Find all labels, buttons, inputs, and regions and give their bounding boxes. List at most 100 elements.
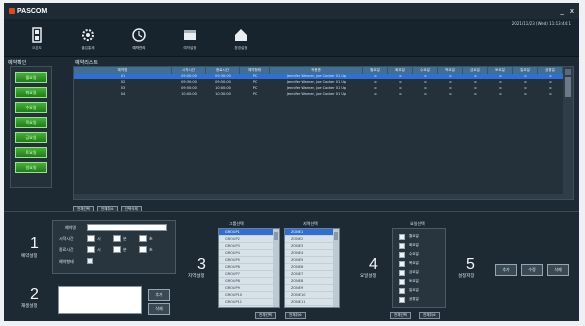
day-option[interactable]: 공휴일: [399, 295, 439, 304]
playback-textarea[interactable]: [58, 286, 142, 314]
day-checkbox[interactable]: [399, 233, 405, 240]
day-checkbox[interactable]: [399, 269, 405, 276]
col-header[interactable]: 토요일: [488, 67, 513, 74]
start-minute-input[interactable]: [113, 235, 121, 242]
toolbar-reservation-button[interactable]: 예약관리: [124, 26, 154, 51]
list-item[interactable]: ZONE3: [285, 243, 339, 250]
table-row[interactable]: 03 09:50:00 10:00:00 PC Jennifer Warner, Joe…: [74, 86, 563, 91]
day-button-mon[interactable]: 월요일: [15, 72, 47, 83]
scroll-up-icon[interactable]: [565, 69, 571, 75]
zone-list-scrollbar[interactable]: [333, 229, 339, 307]
day-button-tue[interactable]: 화요일: [15, 87, 47, 98]
day-select-all-button[interactable]: 전체선택: [390, 312, 411, 319]
list-item[interactable]: GROUP9: [219, 285, 279, 292]
table-row[interactable]: 04 10:00:00 10:30:00 PC Jennifer Warner, Joe…: [74, 92, 563, 97]
list-item[interactable]: GROUP3: [219, 243, 279, 250]
list-item[interactable]: ZONE8: [285, 278, 339, 285]
toolbar-environment-button[interactable]: 환경설정: [226, 26, 256, 51]
table-header: 예약명 시작시간 종료시간 예약형태 적용층 월요일 화요일 수요일 목요일 금…: [74, 67, 563, 74]
group-list-scrollbar[interactable]: [273, 229, 279, 307]
list-item[interactable]: GROUP1: [219, 229, 279, 236]
col-header[interactable]: 화요일: [388, 67, 413, 74]
day-button-thu[interactable]: 목요일: [15, 117, 47, 128]
table-cell: o: [374, 80, 377, 84]
playback-add-button[interactable]: 추가: [148, 289, 170, 301]
scroll-thumb[interactable]: [334, 232, 338, 240]
list-item[interactable]: GROUP5: [219, 257, 279, 264]
start-second-input[interactable]: [139, 235, 147, 242]
list-item[interactable]: GROUP10: [219, 292, 279, 299]
region-deselect-all-button[interactable]: 전체취소: [285, 312, 306, 319]
col-header[interactable]: 목요일: [438, 67, 463, 74]
day-button-sat[interactable]: 토요일: [15, 147, 47, 158]
list-item[interactable]: ZONE10: [285, 292, 339, 299]
col-header[interactable]: 예약명: [74, 67, 172, 74]
list-item[interactable]: GROUP7: [219, 271, 279, 278]
save-add-button[interactable]: 추가: [495, 264, 517, 276]
table-row[interactable]: 02 09:30:00 09:50:00 PC Jennifer Warner, Joe…: [74, 80, 563, 85]
toolbar-open-door-button[interactable]: 오픈도: [22, 26, 52, 51]
day-checkbox[interactable]: [399, 242, 405, 249]
list-item[interactable]: ZONE1: [285, 229, 339, 236]
list-item[interactable]: GROUP6: [219, 264, 279, 271]
save-edit-button[interactable]: 수정: [521, 264, 543, 276]
reservation-name-input[interactable]: [87, 224, 167, 231]
list-item[interactable]: ZONE4: [285, 250, 339, 257]
start-time-label: 시작시간: [59, 236, 74, 241]
day-option[interactable]: 월요일: [399, 232, 439, 241]
list-item[interactable]: ZONE7: [285, 271, 339, 278]
day-option[interactable]: 수요일: [399, 250, 439, 259]
toolbar-access-control-button[interactable]: 출입통제: [73, 26, 103, 51]
day-option[interactable]: 토요일: [399, 277, 439, 286]
scroll-thumb[interactable]: [565, 77, 571, 97]
day-option[interactable]: 화요일: [399, 241, 439, 250]
day-button-fri[interactable]: 금요일: [15, 132, 47, 143]
day-checkbox[interactable]: [399, 278, 405, 285]
day-checkbox[interactable]: [399, 251, 405, 258]
list-item[interactable]: ZONE9: [285, 285, 339, 292]
start-hour-input[interactable]: [87, 235, 95, 242]
toolbar-reservation-settings-button[interactable]: 예약설정: [175, 26, 205, 51]
day-checkbox[interactable]: [399, 260, 405, 267]
list-item[interactable]: GROUP11: [219, 299, 279, 306]
day-deselect-all-button[interactable]: 전체취소: [419, 312, 440, 319]
table-cell: 10:30:00: [215, 92, 231, 96]
day-checkbox[interactable]: [399, 296, 405, 303]
list-item[interactable]: ZONE11: [285, 299, 339, 306]
col-header[interactable]: 공휴일: [538, 67, 563, 74]
close-button[interactable]: x: [570, 7, 574, 15]
col-header[interactable]: 종료시간: [206, 67, 240, 74]
col-header[interactable]: 금요일: [463, 67, 488, 74]
list-item[interactable]: ZONE2: [285, 236, 339, 243]
col-header[interactable]: 일요일: [513, 67, 538, 74]
type-checkbox[interactable]: [87, 258, 93, 264]
day-button-wed[interactable]: 수요일: [15, 102, 47, 113]
col-header[interactable]: 시작시간: [172, 67, 206, 74]
col-header[interactable]: 적용층: [270, 67, 363, 74]
day-option[interactable]: 일요일: [399, 286, 439, 295]
horizontal-scrollbar[interactable]: [74, 194, 563, 199]
table-row[interactable]: 01 09:00:00 09:30:00 PC Jennifer Warner, Joe…: [74, 74, 563, 79]
end-minute-input[interactable]: [113, 246, 121, 253]
minimize-button[interactable]: _: [560, 7, 564, 15]
list-item[interactable]: GROUP8: [219, 278, 279, 285]
day-option[interactable]: 목요일: [399, 259, 439, 268]
end-hour-input[interactable]: [87, 246, 95, 253]
scroll-thumb[interactable]: [274, 232, 278, 240]
list-item[interactable]: ZONE5: [285, 257, 339, 264]
col-header[interactable]: 월요일: [363, 67, 388, 74]
day-option[interactable]: 금요일: [399, 268, 439, 277]
vertical-scrollbar[interactable]: [563, 67, 573, 199]
day-checkbox[interactable]: [399, 287, 405, 294]
region-select-all-button[interactable]: 전체선택: [255, 312, 276, 319]
col-header[interactable]: 수요일: [413, 67, 438, 74]
playback-delete-button[interactable]: 삭제: [148, 303, 170, 315]
list-item[interactable]: GROUP4: [219, 250, 279, 257]
day-button-sun[interactable]: 일요일: [15, 162, 47, 173]
day-label: 일요일: [409, 288, 419, 292]
save-delete-button[interactable]: 삭제: [547, 264, 569, 276]
list-item[interactable]: ZONE6: [285, 264, 339, 271]
col-header[interactable]: 예약형태: [240, 67, 270, 74]
end-second-input[interactable]: [139, 246, 147, 253]
list-item[interactable]: GROUP2: [219, 236, 279, 243]
